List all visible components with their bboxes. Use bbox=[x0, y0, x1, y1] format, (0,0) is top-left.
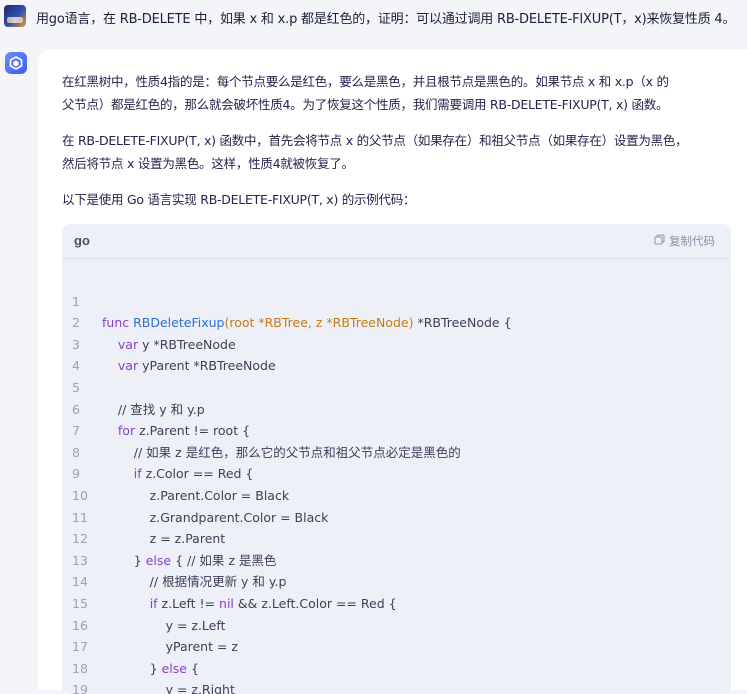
answer-paragraph-3-text: 以下是使用 Go 语言实现 RB-DELETE-FIXUP(T, x) 的示例代… bbox=[62, 192, 416, 207]
answer-paragraph-1: 在红黑树中，性质4指的是：每个节点要么是红色，要么是黑色，并且根节点是黑色的。如… bbox=[62, 70, 669, 116]
copy-code-label: 复制代码 bbox=[669, 234, 715, 248]
answer-paragraph-2: 在 RB-DELETE-FIXUP(T, x) 函数中，首先会将节点 x 的父节… bbox=[62, 129, 688, 175]
code-line: 15 y = z.Left bbox=[62, 571, 731, 633]
answer-paragraph-2-line-1: 在 RB-DELETE-FIXUP(T, x) 函数中，首先会将节点 x 的父节… bbox=[62, 133, 688, 148]
code-line: 5 // 查找 y 和 y.p bbox=[62, 355, 731, 417]
answer-paragraph-1-line-2: 父节点）都是红色的，那么就会破坏性质4。为了恢复这个性质，我们需要调用 RB-D… bbox=[62, 97, 669, 112]
code-line: 10 z.Grandparent.Color = Black bbox=[62, 463, 731, 525]
code-text: y = z.Right bbox=[102, 682, 235, 694]
code-line: 12 } else { // 如果 z 是黑色 bbox=[62, 507, 731, 568]
code-body: 1 func RBDeleteFixup(root *RBTree, z *RB… bbox=[62, 259, 731, 694]
code-block: go 复制代码 1 func RBDeleteFixup(root *RBTre… bbox=[62, 224, 731, 694]
code-line: 13 // 根据情况更新 y 和 y.p bbox=[62, 528, 731, 590]
code-line: 3 var yParent *RBTreeNode bbox=[62, 312, 731, 374]
code-header: go 复制代码 bbox=[62, 224, 731, 259]
code-line: 9 z.Parent.Color = Black bbox=[62, 442, 731, 503]
code-line: 11 z = z.Parent bbox=[62, 485, 731, 547]
code-line: 4 bbox=[62, 334, 731, 373]
user-avatar bbox=[4, 5, 26, 27]
answer-paragraph-3: 以下是使用 Go 语言实现 RB-DELETE-FIXUP(T, x) 的示例代… bbox=[62, 188, 416, 211]
code-line: 6 for z.Parent != root { bbox=[62, 377, 731, 439]
copy-code-button[interactable]: 复制代码 bbox=[654, 233, 715, 249]
code-line: 2 var y *RBTreeNode bbox=[62, 291, 731, 352]
code-line: 19 yParent = z bbox=[62, 658, 731, 694]
user-question: 用go语言，在 RB-DELETE 中，如果 x 和 x.p 都是红色的，证明：… bbox=[36, 12, 736, 27]
code-language-label: go bbox=[74, 233, 90, 248]
copy-icon bbox=[654, 234, 665, 248]
assistant-answer-card: 在红黑树中，性质4指的是：每个节点要么是红色，要么是黑色，并且根节点是黑色的。如… bbox=[38, 50, 747, 694]
answer-paragraph-1-line-1: 在红黑树中，性质4指的是：每个节点要么是红色，要么是黑色，并且根节点是黑色的。如… bbox=[62, 74, 669, 89]
bot-logo-icon bbox=[5, 52, 27, 74]
code-line: 8 if z.Color == Red { bbox=[62, 420, 731, 482]
user-message: 用go语言，在 RB-DELETE 中，如果 x 和 x.p 都是红色的，证明：… bbox=[0, 0, 747, 36]
line-number: 19 bbox=[72, 682, 88, 694]
code-line: 7 // 如果 z 是红色，那么它的父节点和祖父节点必定是黑色的 bbox=[62, 399, 731, 460]
code-line: 16 yParent = z bbox=[62, 593, 731, 655]
answer-paragraph-2-line-2: 然后将节点 x 设置为黑色。这样，性质4就被恢复了。 bbox=[62, 156, 354, 171]
code-line: 1 func RBDeleteFixup(root *RBTree, z *RB… bbox=[62, 269, 731, 331]
code-line: 17 } else { bbox=[62, 615, 731, 676]
code-line: 14 if z.Left != nil && z.Left.Color == R… bbox=[62, 550, 731, 611]
code-line: 18 y = z.Right bbox=[62, 636, 731, 694]
